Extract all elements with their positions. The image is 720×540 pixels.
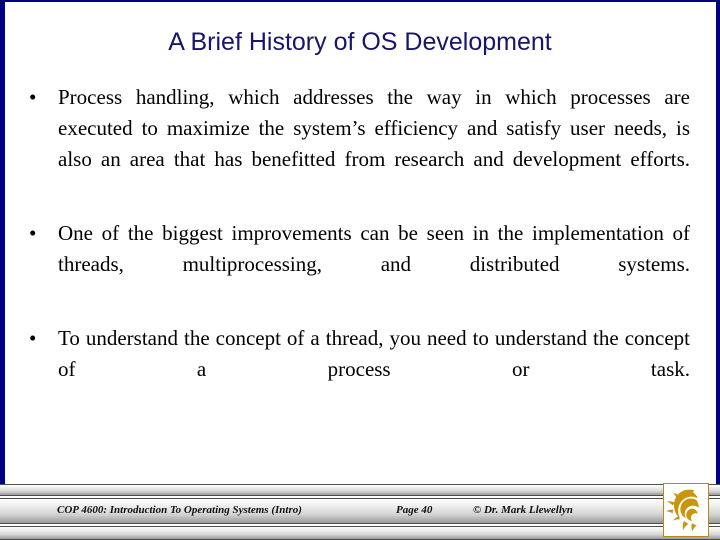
slide-border-top: [0, 0, 720, 2]
footer-band-bottom: [0, 526, 720, 540]
list-item: • To understand the concept of a thread,…: [0, 323, 720, 416]
list-item: • Process handling, which addresses the …: [0, 82, 720, 206]
bullet-point-icon: •: [29, 221, 37, 245]
footer-course-label: COP 4600: Introduction To Operating Syst…: [57, 504, 302, 516]
bullet-point-icon: •: [29, 85, 37, 109]
list-item: • One of the biggest improvements can be…: [0, 218, 720, 311]
list-item-text: One of the biggest improvements can be s…: [58, 221, 690, 276]
footer-copyright: © Dr. Mark Llewellyn: [473, 504, 573, 516]
page-title: A Brief History of OS Development: [168, 28, 552, 56]
list-item-text: To understand the concept of a thread, y…: [58, 326, 690, 381]
slide-footer: COP 4600: Introduction To Operating Syst…: [0, 484, 720, 540]
slide-body: • Process handling, which addresses the …: [0, 82, 720, 428]
list-item-text: Process handling, which addresses the wa…: [58, 85, 690, 171]
ucf-pegasus-logo: [663, 483, 709, 537]
slide: A Brief History of OS Development • Proc…: [0, 0, 720, 540]
bullet-point-icon: •: [29, 326, 37, 350]
footer-page-number: Page 40: [396, 504, 433, 516]
footer-band-top: [0, 484, 720, 496]
